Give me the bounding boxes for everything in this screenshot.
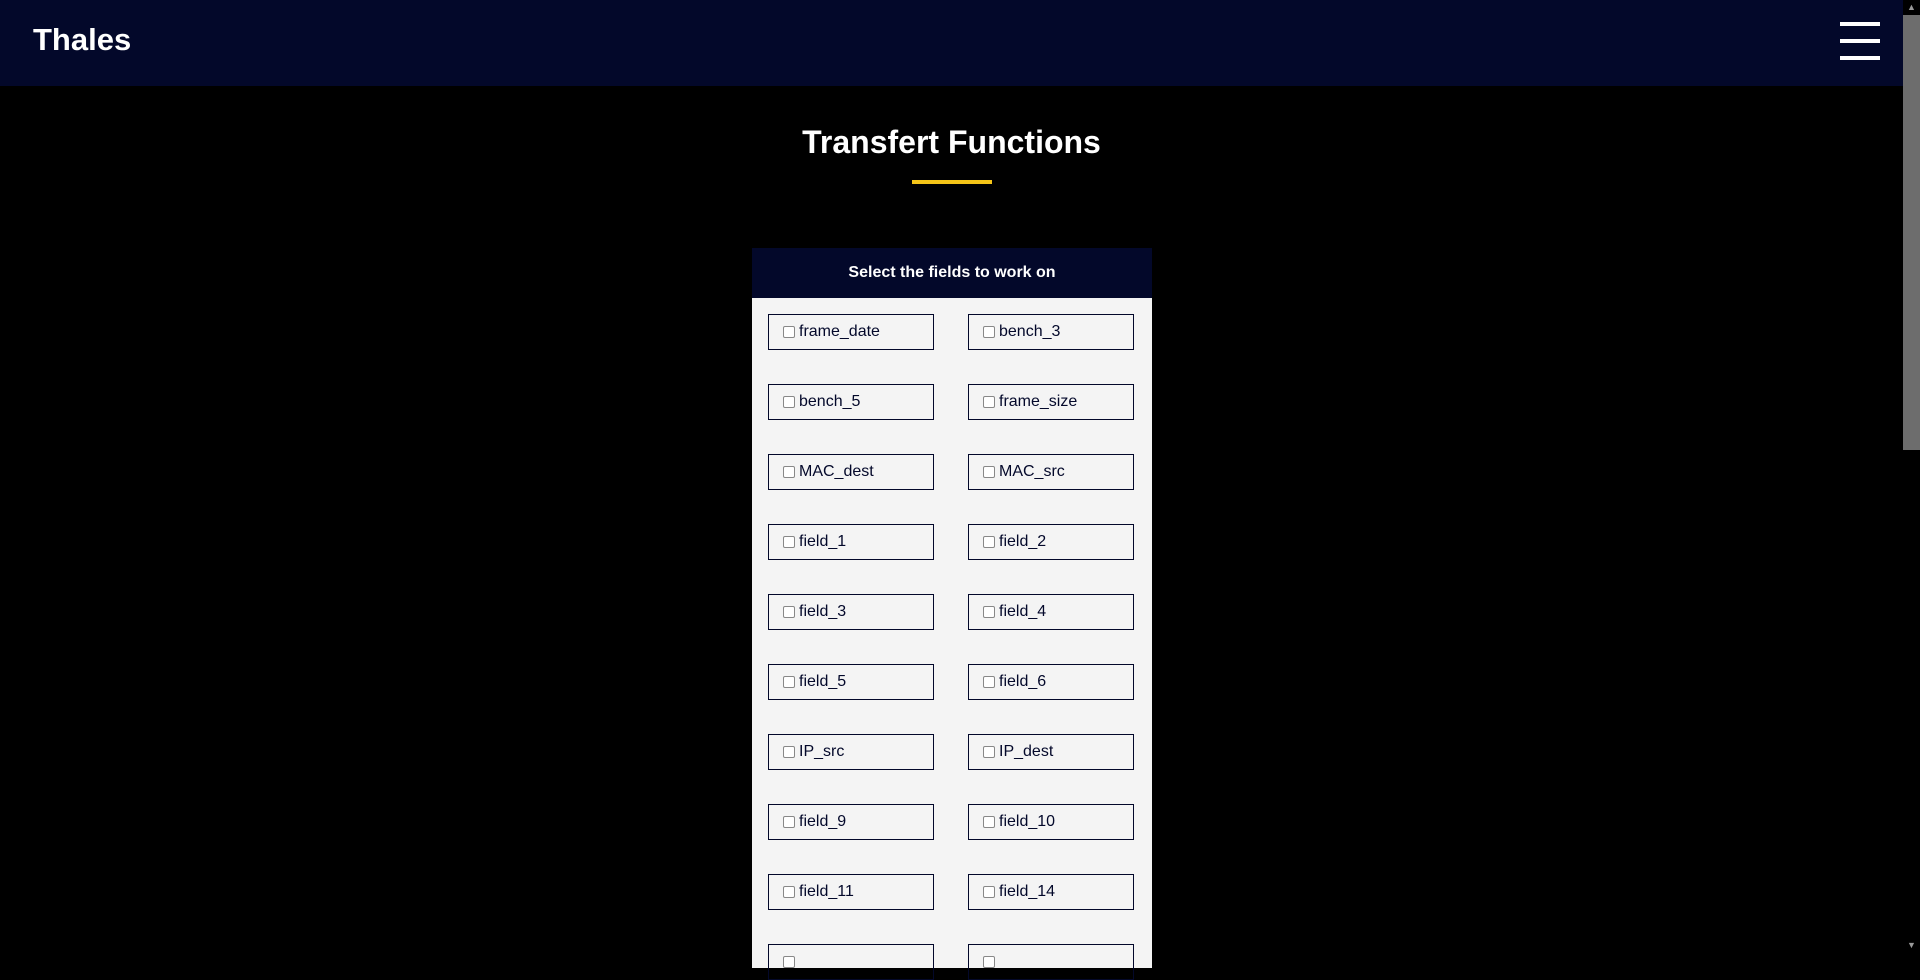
checkbox[interactable] bbox=[783, 466, 795, 478]
checkbox[interactable] bbox=[783, 746, 795, 758]
field-option[interactable]: field_5 bbox=[768, 664, 934, 700]
field-label: field_6 bbox=[999, 673, 1047, 690]
field-option[interactable]: field_4 bbox=[968, 594, 1134, 630]
checkbox[interactable] bbox=[783, 536, 795, 548]
checkbox[interactable] bbox=[983, 816, 995, 828]
checkbox[interactable] bbox=[783, 816, 795, 828]
field-option[interactable]: field_6 bbox=[968, 664, 1134, 700]
field-label: IP_dest bbox=[999, 743, 1054, 760]
top-navbar: Thales bbox=[0, 0, 1903, 86]
field-label: frame_date bbox=[799, 323, 880, 340]
field-option[interactable]: field_9 bbox=[768, 804, 934, 840]
field-label: field_1 bbox=[799, 533, 847, 550]
checkbox[interactable] bbox=[783, 606, 795, 618]
checkbox[interactable] bbox=[983, 326, 995, 338]
field-label: field_4 bbox=[999, 603, 1047, 620]
checkbox[interactable] bbox=[983, 396, 995, 408]
field-option[interactable]: bench_3 bbox=[968, 314, 1134, 350]
field-label: field_10 bbox=[999, 813, 1056, 830]
field-option[interactable]: field_14 bbox=[968, 874, 1134, 910]
checkbox[interactable] bbox=[983, 536, 995, 548]
scrollbar[interactable]: ▲ ▼ bbox=[1903, 0, 1920, 953]
scroll-up-icon[interactable]: ▲ bbox=[1903, 0, 1920, 15]
field-option[interactable]: IP_dest bbox=[968, 734, 1134, 770]
field-option[interactable]: IP_src bbox=[768, 734, 934, 770]
checkbox[interactable] bbox=[783, 326, 795, 338]
field-selection-panel: Select the fields to work on frame_dateb… bbox=[752, 248, 1152, 980]
checkbox[interactable] bbox=[983, 886, 995, 898]
field-label: field_14 bbox=[999, 883, 1056, 900]
field-label: frame_size bbox=[999, 393, 1078, 410]
field-option[interactable] bbox=[968, 944, 1134, 980]
field-label: IP_src bbox=[799, 743, 845, 760]
field-option[interactable]: field_1 bbox=[768, 524, 934, 560]
page-title: Transfert Functions bbox=[802, 124, 1101, 160]
field-option[interactable]: MAC_dest bbox=[768, 454, 934, 490]
field-option[interactable]: frame_size bbox=[968, 384, 1134, 420]
field-option[interactable]: field_10 bbox=[968, 804, 1134, 840]
checkbox[interactable] bbox=[983, 606, 995, 618]
field-option[interactable]: field_2 bbox=[968, 524, 1134, 560]
checkbox[interactable] bbox=[783, 956, 795, 968]
field-label: field_3 bbox=[799, 603, 847, 620]
hamburger-icon[interactable] bbox=[1840, 20, 1880, 62]
field-label: field_9 bbox=[799, 813, 847, 830]
field-label: field_11 bbox=[799, 883, 854, 900]
field-label: bench_5 bbox=[799, 393, 861, 410]
brand-logo[interactable]: Thales bbox=[33, 22, 131, 58]
field-option[interactable] bbox=[768, 944, 934, 980]
field-option[interactable]: field_3 bbox=[768, 594, 934, 630]
field-option[interactable]: MAC_src bbox=[968, 454, 1134, 490]
scrollbar-thumb[interactable] bbox=[1903, 15, 1920, 450]
checkbox[interactable] bbox=[783, 396, 795, 408]
field-label: bench_3 bbox=[999, 323, 1061, 340]
field-label: field_5 bbox=[799, 673, 847, 690]
checkbox[interactable] bbox=[983, 746, 995, 758]
panel-heading: Select the fields to work on bbox=[752, 248, 1152, 298]
field-option[interactable]: frame_date bbox=[768, 314, 934, 350]
field-option[interactable]: field_11 bbox=[768, 874, 934, 910]
checkbox[interactable] bbox=[983, 676, 995, 688]
checkbox[interactable] bbox=[783, 886, 795, 898]
field-label: MAC_dest bbox=[799, 463, 874, 480]
field-label: MAC_src bbox=[999, 463, 1065, 480]
field-option[interactable]: bench_5 bbox=[768, 384, 934, 420]
scroll-down-icon[interactable]: ▼ bbox=[1903, 938, 1920, 953]
field-label: field_2 bbox=[999, 533, 1047, 550]
checkbox[interactable] bbox=[783, 676, 795, 688]
checkbox[interactable] bbox=[983, 466, 995, 478]
checkbox[interactable] bbox=[983, 956, 995, 968]
title-underline bbox=[912, 180, 992, 184]
